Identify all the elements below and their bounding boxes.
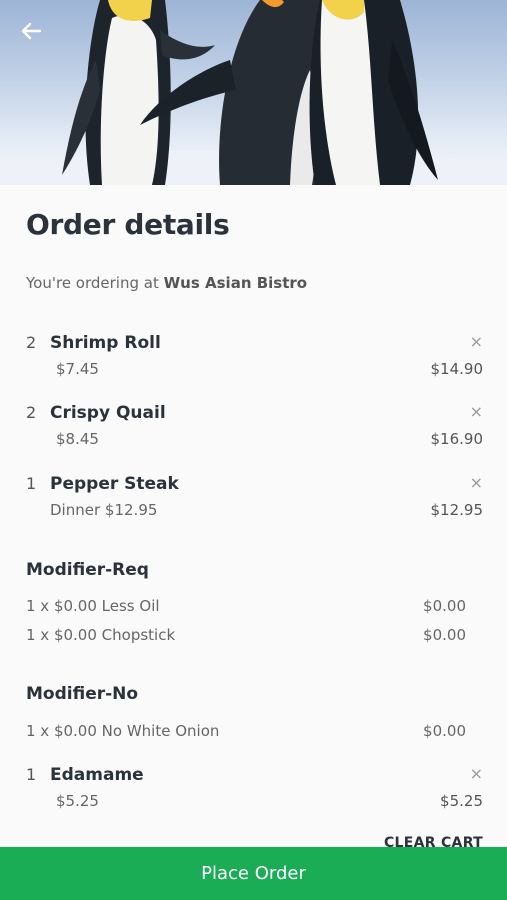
- restaurant-name: Wus Asian Bistro: [163, 274, 308, 292]
- item-total: $14.90: [430, 360, 484, 378]
- modifier-price: $0.00: [423, 722, 466, 740]
- modifier-line: 1 x $0.00 Less Oil $0.00: [26, 597, 466, 615]
- modifier-line: 1 x $0.00 No White Onion $0.00: [26, 722, 466, 740]
- item-unit-price: $12.95: [104, 501, 158, 519]
- item-name: Pepper Steak: [50, 474, 179, 494]
- page-title: Order details: [26, 208, 230, 241]
- item-quantity: 1: [26, 474, 37, 493]
- back-button[interactable]: [20, 20, 52, 52]
- ordering-prefix: You're ordering at: [26, 274, 159, 292]
- remove-item-icon[interactable]: ×: [470, 766, 483, 782]
- modifier-group-title: Modifier-No: [26, 684, 139, 704]
- item-name: Shrimp Roll: [50, 333, 161, 353]
- modifier-line: 1 x $0.00 Chopstick $0.00: [26, 626, 466, 644]
- modifier-desc: 1 x $0.00 Less Oil: [26, 597, 160, 615]
- modifier-group-title: Modifier-Req: [26, 560, 149, 580]
- item-quantity: 1: [26, 765, 37, 784]
- place-order-button[interactable]: Place Order: [0, 847, 507, 900]
- item-quantity: 2: [26, 333, 37, 352]
- item-total: $5.25: [440, 792, 483, 810]
- item-name: Edamame: [50, 765, 144, 785]
- penguins-photo: [0, 0, 507, 185]
- modifier-desc: 1 x $0.00 No White Onion: [26, 722, 220, 740]
- item-total: $16.90: [430, 430, 484, 448]
- modifier-desc: 1 x $0.00 Chopstick: [26, 626, 176, 644]
- item-quantity: 2: [26, 403, 37, 422]
- item-variant: Dinner: [50, 501, 101, 519]
- remove-item-icon[interactable]: ×: [470, 475, 483, 491]
- item-variant-price: Dinner $12.95: [50, 501, 157, 519]
- cart-item: 2 Crispy Quail × $8.45 $16.90: [26, 403, 483, 463]
- item-unit-price: $5.25: [56, 792, 99, 810]
- cart-item: 1 Edamame × $5.25 $5.25: [26, 765, 483, 825]
- item-total: $12.95: [430, 501, 484, 519]
- ordering-at-text: You're ordering at Wus Asian Bistro: [26, 274, 307, 292]
- item-name: Crispy Quail: [50, 403, 166, 423]
- remove-item-icon[interactable]: ×: [470, 404, 483, 420]
- modifier-price: $0.00: [423, 597, 466, 615]
- remove-item-icon[interactable]: ×: [470, 334, 483, 350]
- item-unit-price: $8.45: [56, 430, 99, 448]
- cart-item: 2 Shrimp Roll × $7.45 $14.90: [26, 333, 483, 393]
- arrow-left-icon: [21, 22, 42, 40]
- modifier-price: $0.00: [423, 626, 466, 644]
- cart-item: 1 Pepper Steak × Dinner $12.95 $12.95: [26, 474, 483, 534]
- header-image: [0, 0, 507, 185]
- item-unit-price: $7.45: [56, 360, 99, 378]
